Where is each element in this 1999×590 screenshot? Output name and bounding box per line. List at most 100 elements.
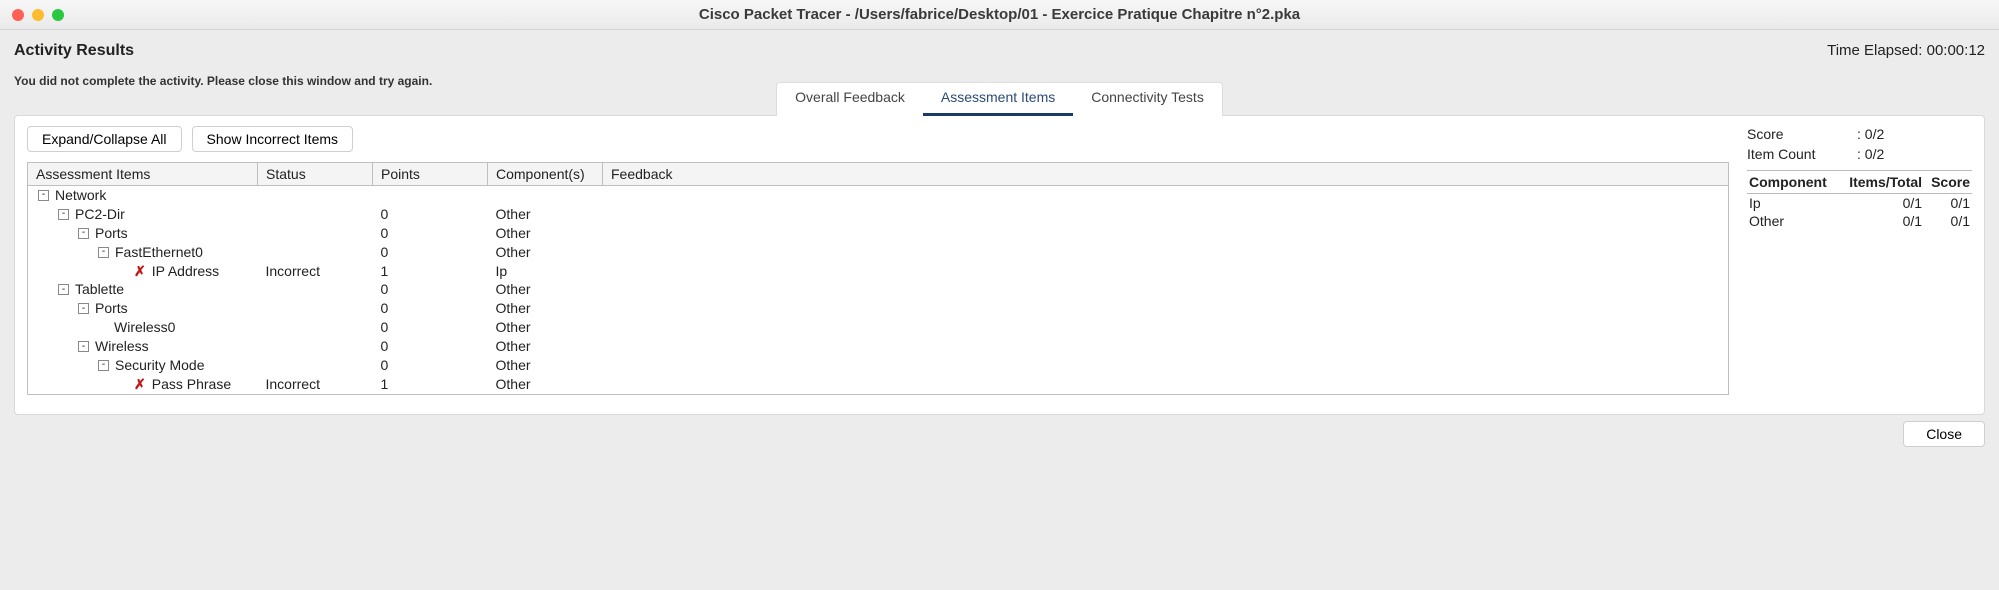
leaf-connector-icon bbox=[118, 265, 130, 277]
component-row: Ip0/10/1 bbox=[1747, 194, 1972, 213]
tree-item-points: 0 bbox=[373, 243, 488, 262]
tree-item-points: 0 bbox=[373, 356, 488, 375]
tree-item-feedback bbox=[603, 375, 1729, 394]
tree-item-component: Other bbox=[488, 299, 603, 318]
tree-row[interactable]: ✗IP AddressIncorrect1Ip bbox=[28, 262, 1729, 281]
tree-item-points: 0 bbox=[373, 205, 488, 224]
comp-col-score: Score bbox=[1924, 171, 1972, 194]
tree-item-feedback bbox=[603, 224, 1729, 243]
tree-item-label: Network bbox=[55, 186, 106, 205]
tree-item-label: Wireless0 bbox=[114, 318, 175, 337]
item-count-value: : 0/2 bbox=[1857, 146, 1884, 162]
tree-item-label: Pass Phrase bbox=[152, 375, 231, 394]
tree-row[interactable]: -Wireless 0Other bbox=[28, 337, 1729, 356]
close-button[interactable]: Close bbox=[1903, 421, 1985, 447]
tree-item-feedback bbox=[603, 318, 1729, 337]
assessment-tree-table: Assessment Items Status Points Component… bbox=[27, 162, 1729, 395]
tree-item-label: Security Mode bbox=[115, 356, 204, 375]
tree-item-points: 0 bbox=[373, 224, 488, 243]
tree-item-feedback bbox=[603, 243, 1729, 262]
tree-row[interactable]: -Ports0Other bbox=[28, 224, 1729, 243]
tree-item-feedback bbox=[603, 337, 1729, 356]
tree-item-feedback bbox=[603, 262, 1729, 281]
comp-col-component: Component bbox=[1747, 171, 1838, 194]
component-score: 0/1 bbox=[1924, 212, 1972, 230]
tree-item-points bbox=[373, 186, 488, 205]
tree-item-feedback bbox=[603, 356, 1729, 375]
tree-item-status: Incorrect bbox=[258, 262, 373, 281]
component-table: Component Items/Total Score Ip0/10/1Othe… bbox=[1747, 170, 1972, 230]
tree-item-component: Other bbox=[488, 318, 603, 337]
tree-item-status bbox=[258, 337, 373, 356]
tree-item-label: Ports bbox=[95, 299, 128, 318]
titlebar: Cisco Packet Tracer - /Users/fabrice/Des… bbox=[0, 0, 1999, 30]
col-header-status[interactable]: Status bbox=[258, 163, 373, 186]
col-header-components[interactable]: Component(s) bbox=[488, 163, 603, 186]
expand-collapse-button[interactable]: Expand/Collapse All bbox=[27, 126, 182, 152]
comp-col-items: Items/Total bbox=[1838, 171, 1924, 194]
twisty-icon[interactable]: - bbox=[58, 284, 69, 295]
component-score: 0/1 bbox=[1924, 194, 1972, 213]
item-count-label: Item Count bbox=[1747, 146, 1857, 162]
col-header-points[interactable]: Points bbox=[373, 163, 488, 186]
tree-row[interactable]: ✗Pass PhraseIncorrect1Other bbox=[28, 375, 1729, 394]
score-pane: Score : 0/2 Item Count : 0/2 Component I… bbox=[1747, 126, 1972, 400]
tree-row[interactable]: Wireless0 0Other bbox=[28, 318, 1729, 337]
minimize-window-icon[interactable] bbox=[32, 9, 44, 21]
time-elapsed-value: 00:00:12 bbox=[1927, 42, 1985, 59]
tree-item-feedback bbox=[603, 186, 1729, 205]
tree-item-status bbox=[258, 299, 373, 318]
tree-item-label: Tablette bbox=[75, 280, 124, 299]
tree-item-component: Other bbox=[488, 337, 603, 356]
time-elapsed-label: Time Elapsed: bbox=[1827, 42, 1927, 59]
tab-connectivity-tests[interactable]: Connectivity Tests bbox=[1073, 83, 1222, 116]
twisty-icon[interactable]: - bbox=[98, 247, 109, 258]
incorrect-icon: ✗ bbox=[134, 375, 146, 394]
tree-item-feedback bbox=[603, 280, 1729, 299]
tree-item-points: 0 bbox=[373, 318, 488, 337]
time-elapsed: Time Elapsed: 00:00:12 bbox=[1827, 42, 1985, 59]
twisty-icon[interactable]: - bbox=[78, 303, 89, 314]
col-header-items[interactable]: Assessment Items bbox=[28, 163, 258, 186]
tree-item-status bbox=[258, 186, 373, 205]
tree-item-points: 0 bbox=[373, 337, 488, 356]
tree-item-points: 0 bbox=[373, 299, 488, 318]
score-label: Score bbox=[1747, 126, 1857, 142]
tabbar: Overall Feedback Assessment Items Connec… bbox=[776, 82, 1223, 116]
incorrect-icon: ✗ bbox=[134, 262, 146, 281]
close-window-icon[interactable] bbox=[12, 9, 24, 21]
twisty-icon[interactable]: - bbox=[98, 360, 109, 371]
component-items: 0/1 bbox=[1838, 194, 1924, 213]
tree-row[interactable]: -Security Mode0Other bbox=[28, 356, 1729, 375]
show-incorrect-button[interactable]: Show Incorrect Items bbox=[192, 126, 354, 152]
tree-row[interactable]: -Tablette0Other bbox=[28, 280, 1729, 299]
component-row: Other0/10/1 bbox=[1747, 212, 1972, 230]
twisty-icon[interactable]: - bbox=[58, 209, 69, 220]
tree-row[interactable]: -FastEthernet0 0Other bbox=[28, 243, 1729, 262]
window-controls bbox=[12, 9, 64, 21]
tree-item-label: IP Address bbox=[152, 262, 219, 281]
tree-item-label: Wireless bbox=[95, 337, 149, 356]
tree-item-component: Other bbox=[488, 205, 603, 224]
tree-item-component bbox=[488, 186, 603, 205]
tree-item-label: FastEthernet0 bbox=[115, 243, 203, 262]
tab-assessment-items[interactable]: Assessment Items bbox=[923, 83, 1073, 116]
component-name: Ip bbox=[1747, 194, 1838, 213]
tree-row[interactable]: -Network bbox=[28, 186, 1729, 205]
tree-row[interactable]: -Ports 0Other bbox=[28, 299, 1729, 318]
tree-item-component: Other bbox=[488, 375, 603, 394]
twisty-icon[interactable]: - bbox=[78, 228, 89, 239]
tree-item-label: PC2-Dir bbox=[75, 205, 125, 224]
tree-item-status bbox=[258, 356, 373, 375]
tab-overall-feedback[interactable]: Overall Feedback bbox=[777, 83, 923, 116]
twisty-icon[interactable]: - bbox=[78, 341, 89, 352]
zoom-window-icon[interactable] bbox=[52, 9, 64, 21]
component-name: Other bbox=[1747, 212, 1838, 230]
component-items: 0/1 bbox=[1838, 212, 1924, 230]
tree-item-component: Other bbox=[488, 243, 603, 262]
tree-item-label: Ports bbox=[95, 224, 128, 243]
col-header-feedback[interactable]: Feedback bbox=[603, 163, 1729, 186]
leaf-connector-icon bbox=[118, 378, 130, 390]
tree-row[interactable]: -PC2-Dir 0Other bbox=[28, 205, 1729, 224]
twisty-icon[interactable]: - bbox=[38, 190, 49, 201]
